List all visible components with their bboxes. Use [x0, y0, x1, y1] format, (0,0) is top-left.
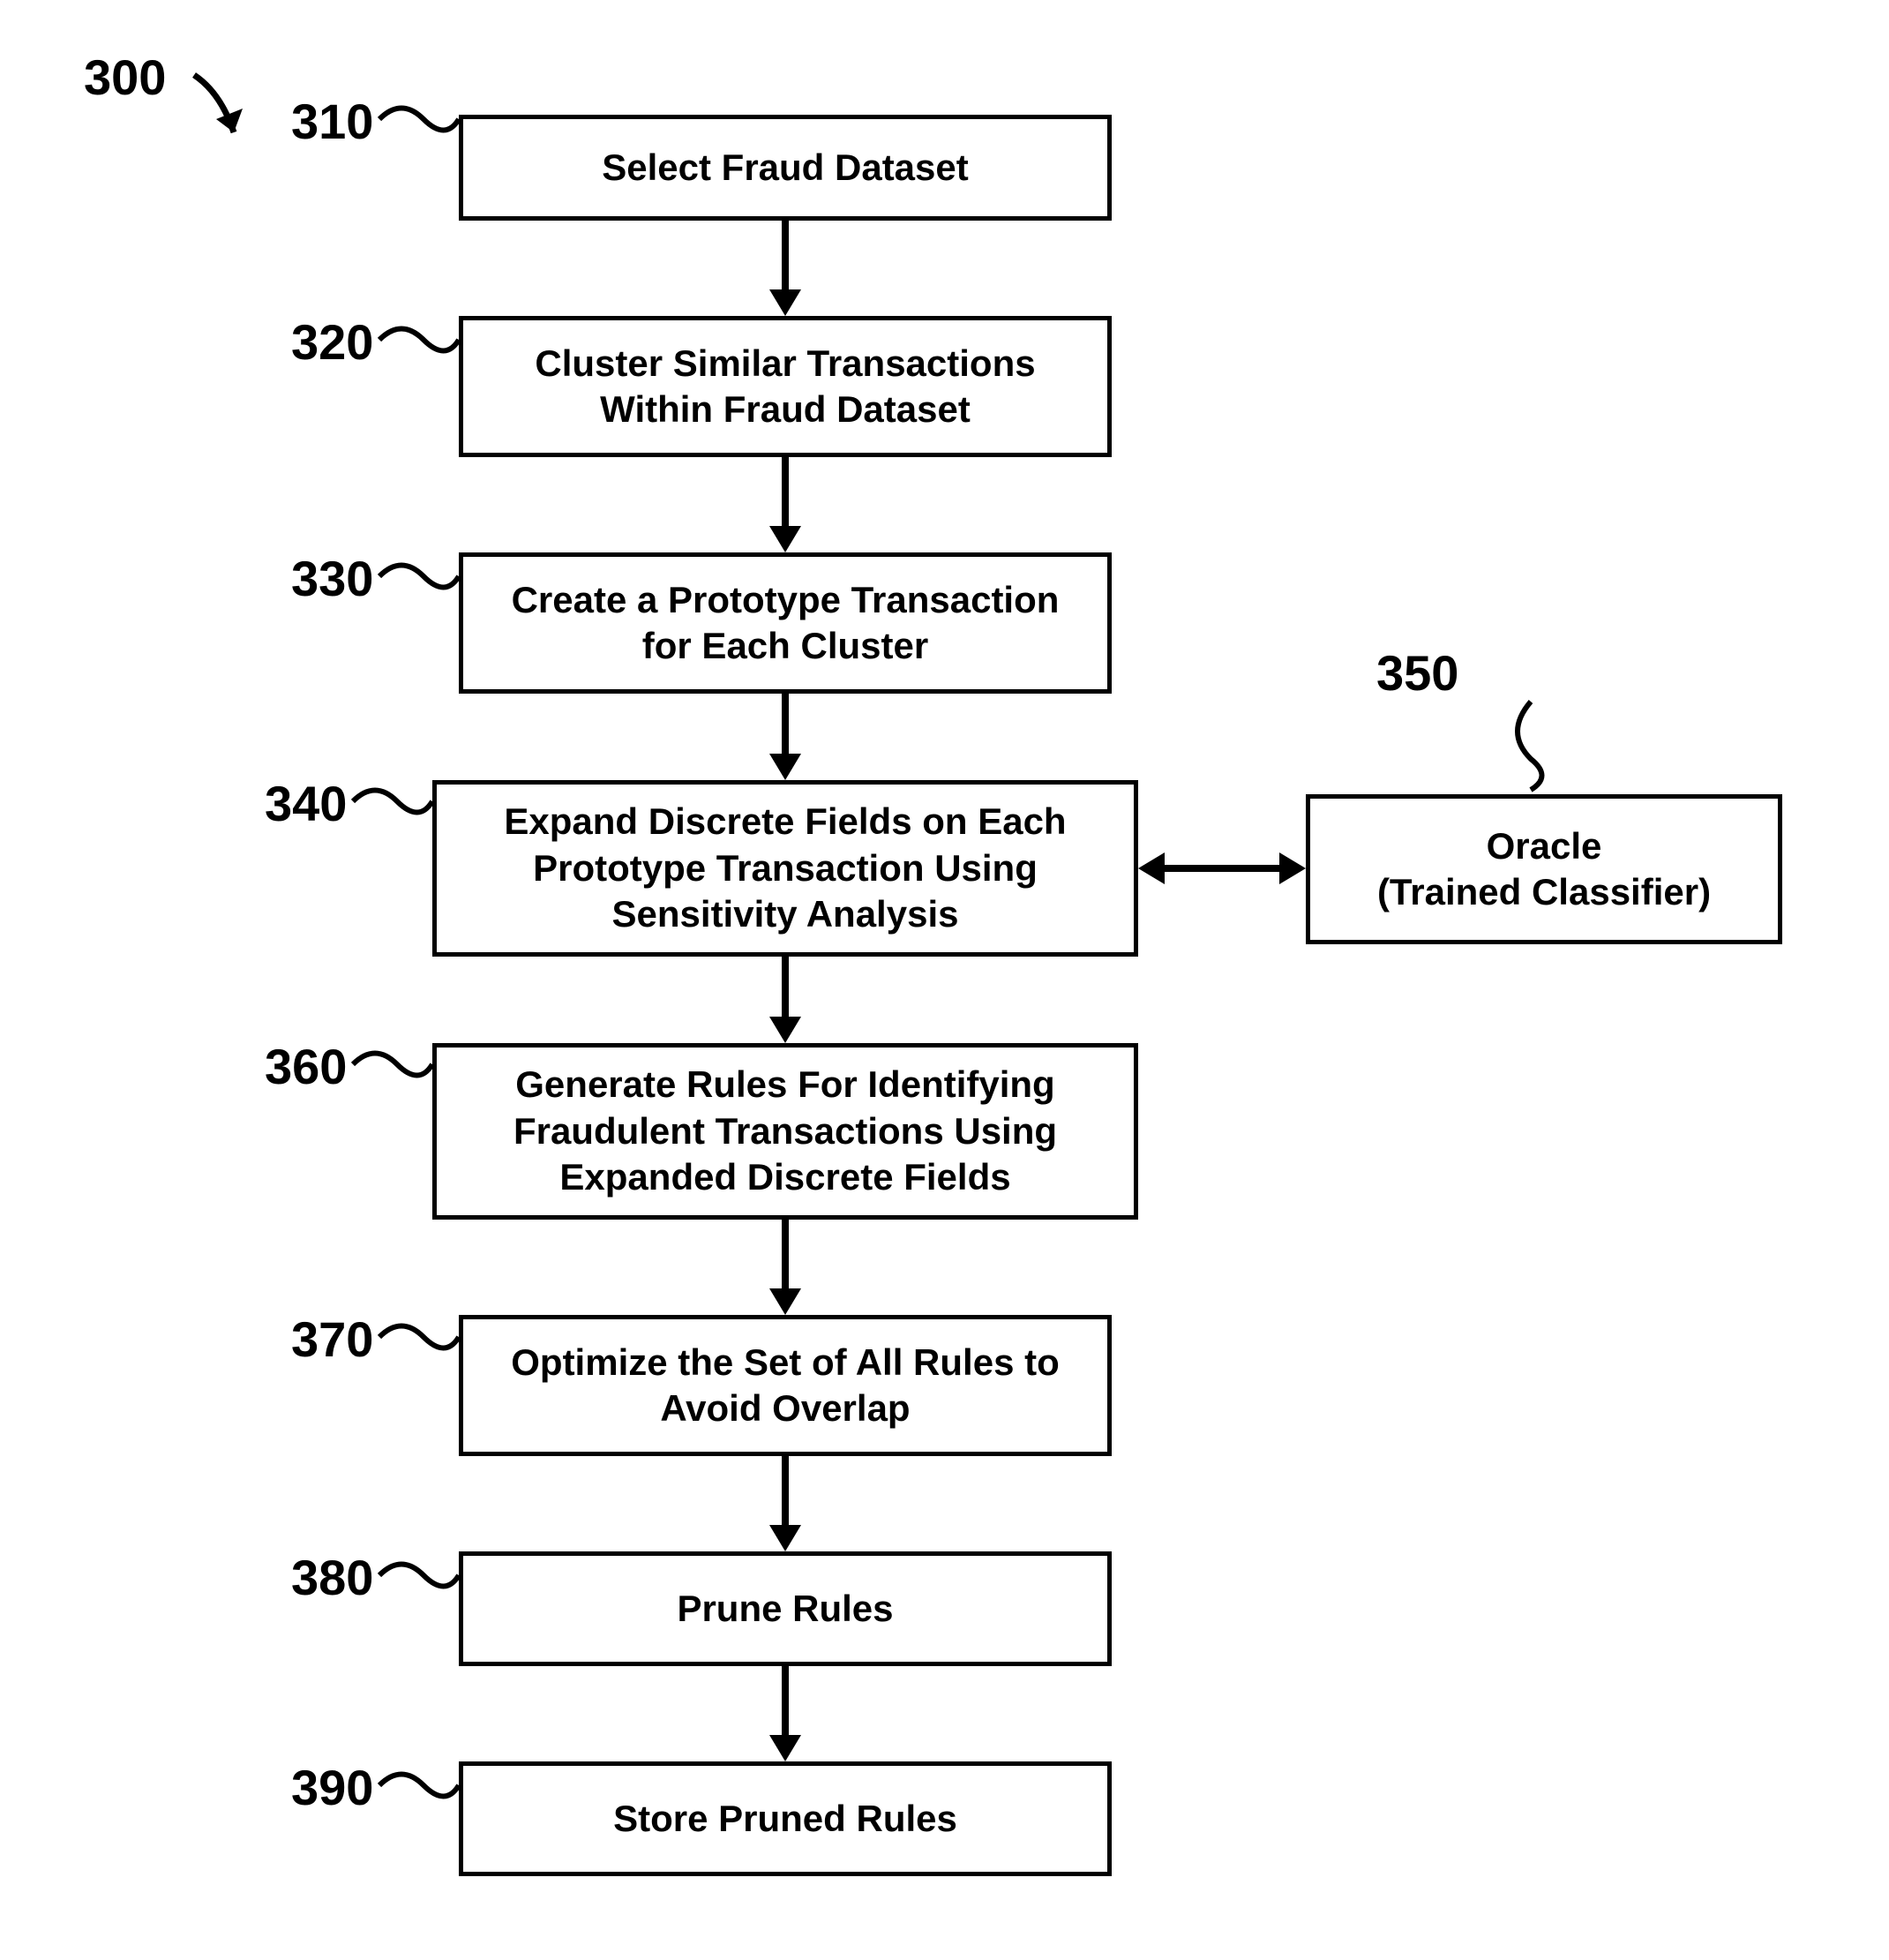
step-360-leader [349, 1038, 437, 1091]
diagram-id-arrow [185, 66, 265, 154]
step-390-leader [375, 1759, 463, 1812]
arrow-340-360 [782, 957, 789, 1018]
step-320-label: 320 [291, 313, 373, 371]
step-380-text: Prune Rules [677, 1586, 893, 1633]
arrow-340-350-head-left [1138, 852, 1165, 884]
step-320-box: Cluster Similar Transactions Within Frau… [459, 316, 1112, 457]
step-320-leader [375, 313, 463, 366]
arrow-310-320 [782, 221, 789, 291]
step-370-box: Optimize the Set of All Rules to Avoid O… [459, 1315, 1112, 1456]
arrow-360-370-head [769, 1288, 801, 1315]
step-330-label: 330 [291, 550, 373, 607]
arrow-340-350-head-right [1279, 852, 1306, 884]
step-360-box: Generate Rules For Identifying Fraudulen… [432, 1043, 1138, 1220]
flowchart: 300 Select Fraud Dataset 310 Cluster Sim… [0, 0, 1889, 1960]
step-390-box: Store Pruned Rules [459, 1761, 1112, 1876]
step-310-label: 310 [291, 93, 373, 150]
step-340-text: Expand Discrete Fields on Each Prototype… [463, 799, 1107, 938]
step-310-leader [375, 93, 463, 146]
step-310-box: Select Fraud Dataset [459, 115, 1112, 221]
step-370-label: 370 [291, 1310, 373, 1368]
arrow-330-340 [782, 694, 789, 755]
arrow-380-390-head [769, 1735, 801, 1761]
step-340-label: 340 [265, 775, 347, 832]
step-330-leader [375, 550, 463, 603]
step-310-text: Select Fraud Dataset [602, 145, 969, 191]
diagram-id-label: 300 [84, 49, 166, 106]
arrow-320-330-head [769, 526, 801, 552]
arrow-320-330 [782, 457, 789, 528]
step-360-label: 360 [265, 1038, 347, 1095]
arrow-330-340-head [769, 754, 801, 780]
step-390-label: 390 [291, 1759, 373, 1816]
arrow-340-360-head [769, 1017, 801, 1043]
step-340-leader [349, 775, 437, 828]
step-380-label: 380 [291, 1549, 373, 1606]
step-390-text: Store Pruned Rules [613, 1796, 957, 1843]
step-350-label: 350 [1376, 644, 1458, 702]
step-330-box: Create a Prototype Transaction for Each … [459, 552, 1112, 694]
arrow-360-370 [782, 1220, 789, 1290]
arrow-370-380 [782, 1456, 789, 1527]
step-340-box: Expand Discrete Fields on Each Prototype… [432, 780, 1138, 957]
step-350-box: Oracle (Trained Classifier) [1306, 794, 1782, 944]
step-350-leader [1500, 697, 1562, 794]
step-320-text: Cluster Similar Transactions Within Frau… [490, 341, 1081, 433]
step-360-text: Generate Rules For Identifying Fraudulen… [463, 1062, 1107, 1201]
step-330-text: Create a Prototype Transaction for Each … [490, 577, 1081, 670]
step-380-box: Prune Rules [459, 1551, 1112, 1666]
arrow-340-350-line [1165, 865, 1279, 872]
step-350-text: Oracle (Trained Classifier) [1377, 823, 1711, 916]
step-370-leader [375, 1310, 463, 1363]
step-370-text: Optimize the Set of All Rules to Avoid O… [490, 1340, 1081, 1432]
arrow-370-380-head [769, 1525, 801, 1551]
arrow-380-390 [782, 1666, 789, 1737]
arrow-310-320-head [769, 289, 801, 316]
step-380-leader [375, 1549, 463, 1602]
